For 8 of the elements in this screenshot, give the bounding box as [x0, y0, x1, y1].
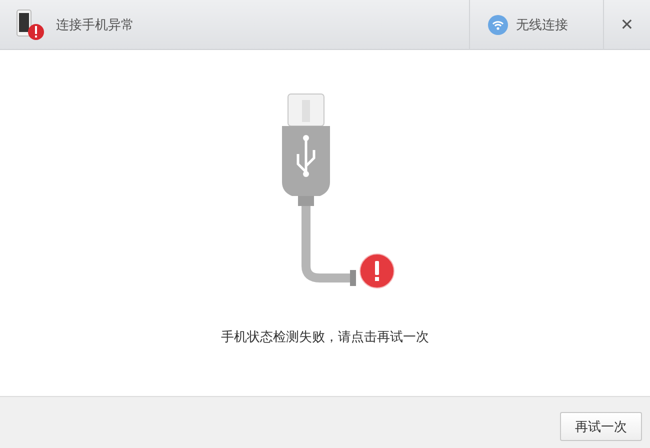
wireless-connect-button[interactable]: 无线连接	[469, 0, 604, 50]
wifi-icon	[488, 14, 508, 34]
close-button[interactable]: ✕	[604, 0, 650, 50]
error-icon	[358, 253, 394, 289]
status-message: 手机状态检测失败，请点击再试一次	[221, 329, 429, 346]
phone-error-icon	[16, 8, 46, 40]
window-title: 连接手机异常	[56, 16, 135, 34]
retry-button[interactable]: 再试一次	[560, 412, 642, 441]
